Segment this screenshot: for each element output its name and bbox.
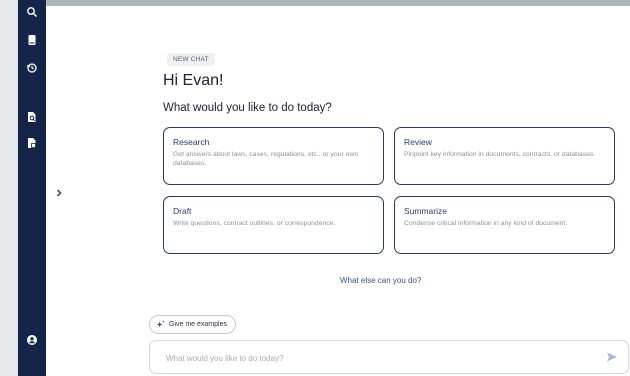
book-icon[interactable]	[22, 30, 42, 50]
card-title: Research	[173, 137, 210, 147]
chevron-right-icon	[56, 189, 62, 197]
chat-input[interactable]	[164, 350, 588, 366]
search-icon[interactable]	[22, 2, 42, 22]
top-bar	[0, 0, 630, 6]
card-description: Pinpoint key information in documents, c…	[404, 151, 596, 158]
account-icon[interactable]	[22, 330, 42, 350]
card-description: Condense critical information in any kin…	[404, 220, 568, 227]
card-title: Review	[404, 137, 432, 147]
new-chat-badge: NEW CHAT	[167, 53, 215, 66]
give-examples-button[interactable]: Give me examples	[149, 315, 236, 334]
app-window: NEW CHAT Hi Evan! What would you like to…	[0, 0, 630, 376]
chip-label: Give me examples	[169, 321, 227, 328]
card-description: Get answers about laws, cases, regulatio…	[173, 151, 359, 167]
summarize-card[interactable]: Summarize Condense critical information …	[394, 196, 615, 254]
card-description: Write questions, contract outlines, or c…	[173, 220, 336, 227]
greeting-heading: Hi Evan!	[163, 72, 224, 89]
document-icon[interactable]	[22, 133, 42, 153]
sidebar	[18, 0, 46, 376]
send-icon	[607, 352, 617, 362]
sparkle-icon	[156, 320, 165, 328]
draft-card[interactable]: Draft Write questions, contract outlines…	[163, 196, 384, 254]
document-search-icon[interactable]	[22, 107, 42, 127]
card-title: Summarize	[404, 206, 447, 216]
history-icon[interactable]	[22, 58, 42, 78]
chat-input-box	[149, 340, 629, 374]
what-else-link[interactable]: What else can you do?	[340, 276, 421, 285]
research-card[interactable]: Research Get answers about laws, cases, …	[163, 127, 384, 185]
expand-sidebar-button[interactable]	[52, 186, 66, 200]
left-gutter	[0, 0, 18, 376]
send-button[interactable]	[605, 350, 619, 364]
prompt-question: What would you like to do today?	[163, 102, 332, 114]
review-card[interactable]: Review Pinpoint key information in docum…	[394, 127, 615, 185]
card-title: Draft	[173, 206, 192, 216]
